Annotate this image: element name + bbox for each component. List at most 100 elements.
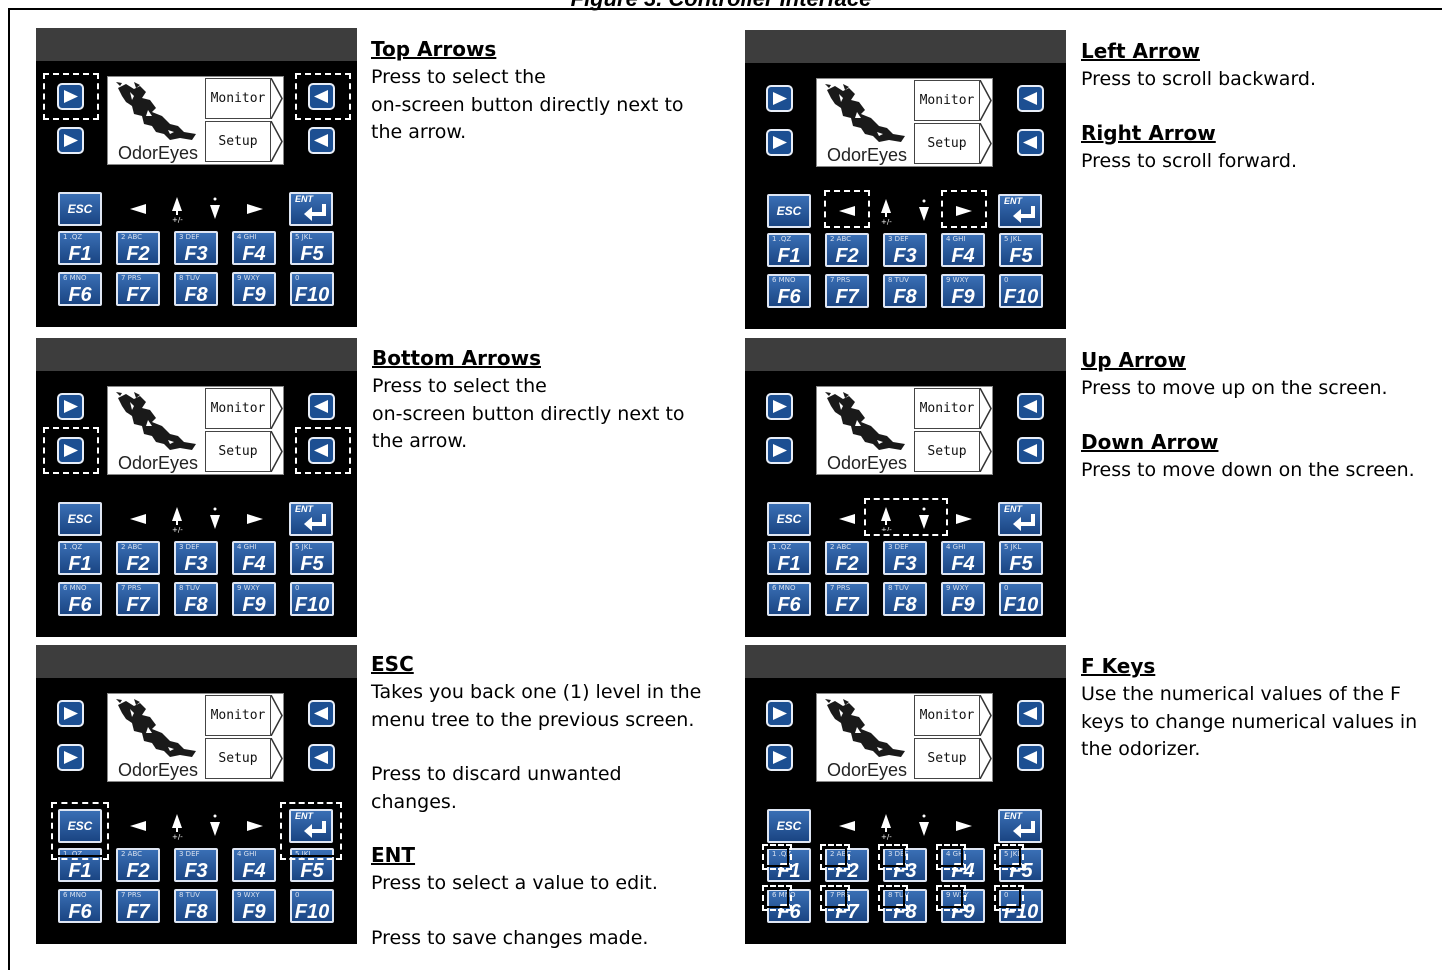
- f6-key[interactable]: 6 MNO F6: [58, 582, 102, 616]
- f4-key[interactable]: 4 GHI F4: [232, 848, 276, 882]
- f2-key[interactable]: 2 ABC F2: [825, 233, 869, 267]
- left-arrow-key[interactable]: [127, 505, 149, 533]
- f6-key[interactable]: 6 MNO F6: [767, 274, 811, 308]
- f4-key[interactable]: 4 GHI F4: [941, 541, 985, 575]
- f9-key[interactable]: 9 WXY F9: [232, 582, 276, 616]
- f3-key[interactable]: 3 DEF F3: [883, 233, 927, 267]
- monitor-screen-button[interactable]: Monitor: [205, 388, 271, 429]
- f4-key[interactable]: 4 GHI F4: [232, 231, 276, 265]
- f5-key[interactable]: 5 JKL F5: [290, 541, 334, 575]
- bottom-left-arrow-button[interactable]: [57, 127, 84, 154]
- f7-key[interactable]: 7 PRS F7: [825, 274, 869, 308]
- monitor-screen-button[interactable]: Monitor: [914, 695, 980, 736]
- right-arrow-key[interactable]: [953, 812, 975, 840]
- ent-key[interactable]: ENT: [998, 809, 1042, 843]
- top-right-arrow-button[interactable]: [1017, 85, 1044, 112]
- ent-key[interactable]: ENT: [998, 194, 1042, 228]
- f2-key[interactable]: 2 ABC F2: [825, 541, 869, 575]
- bottom-right-arrow-button[interactable]: [308, 744, 335, 771]
- ent-key[interactable]: ENT: [998, 502, 1042, 536]
- top-right-arrow-button[interactable]: [308, 700, 335, 727]
- top-left-arrow-button[interactable]: [766, 393, 793, 420]
- bottom-right-arrow-button[interactable]: [1017, 744, 1044, 771]
- right-arrow-key[interactable]: [244, 195, 266, 223]
- f10-key[interactable]: 0 F10: [290, 889, 334, 923]
- f5-key[interactable]: 5 JKL F5: [999, 541, 1043, 575]
- f10-key[interactable]: 0 F10: [999, 582, 1043, 616]
- f3-key[interactable]: 3 DEF F3: [174, 848, 218, 882]
- top-right-arrow-button[interactable]: [308, 393, 335, 420]
- f5-key[interactable]: 5 JKL F5: [290, 231, 334, 265]
- f7-key[interactable]: 7 PRS F7: [116, 272, 160, 306]
- up-arrow-key[interactable]: +/-: [875, 812, 897, 841]
- bottom-left-arrow-button[interactable]: [57, 744, 84, 771]
- setup-screen-button[interactable]: Setup: [914, 431, 980, 472]
- monitor-screen-button[interactable]: Monitor: [205, 695, 271, 736]
- esc-key[interactable]: ESC: [767, 502, 811, 536]
- f7-key[interactable]: 7 PRS F7: [825, 582, 869, 616]
- setup-screen-button[interactable]: Setup: [205, 431, 271, 472]
- up-arrow-key[interactable]: +/-: [166, 195, 188, 224]
- top-left-arrow-button[interactable]: [766, 85, 793, 112]
- bottom-left-arrow-button[interactable]: [766, 437, 793, 464]
- f8-key[interactable]: 8 TUV F8: [174, 272, 218, 306]
- f6-key[interactable]: 6 MNO F6: [767, 582, 811, 616]
- f9-key[interactable]: 9 WXY F9: [232, 272, 276, 306]
- right-arrow-key[interactable]: [244, 812, 266, 840]
- f3-key[interactable]: 3 DEF F3: [883, 541, 927, 575]
- f10-key[interactable]: 0 F10: [999, 274, 1043, 308]
- up-arrow-key[interactable]: +/-: [875, 197, 897, 226]
- setup-screen-button[interactable]: Setup: [914, 123, 980, 164]
- up-arrow-key[interactable]: +/-: [166, 505, 188, 534]
- setup-screen-button[interactable]: Setup: [205, 738, 271, 779]
- bottom-left-arrow-button[interactable]: [766, 744, 793, 771]
- f3-key[interactable]: 3 DEF F3: [174, 541, 218, 575]
- left-arrow-key[interactable]: [836, 812, 858, 840]
- f2-key[interactable]: 2 ABC F2: [116, 848, 160, 882]
- setup-screen-button[interactable]: Setup: [914, 738, 980, 779]
- f1-key[interactable]: 1 .QZ F1: [767, 233, 811, 267]
- setup-screen-button[interactable]: Setup: [205, 121, 271, 162]
- f4-key[interactable]: 4 GHI F4: [232, 541, 276, 575]
- down-arrow-key[interactable]: [913, 197, 935, 225]
- top-left-arrow-button[interactable]: [57, 700, 84, 727]
- down-arrow-key[interactable]: [913, 812, 935, 840]
- left-arrow-key[interactable]: [127, 812, 149, 840]
- f2-key[interactable]: 2 ABC F2: [116, 541, 160, 575]
- esc-key[interactable]: ESC: [58, 192, 102, 226]
- f1-key[interactable]: 1 .QZ F1: [58, 231, 102, 265]
- f8-key[interactable]: 8 TUV F8: [883, 274, 927, 308]
- right-arrow-key[interactable]: [953, 505, 975, 533]
- monitor-screen-button[interactable]: Monitor: [205, 78, 271, 119]
- esc-key[interactable]: ESC: [767, 809, 811, 843]
- f8-key[interactable]: 8 TUV F8: [174, 582, 218, 616]
- down-arrow-key[interactable]: [204, 505, 226, 533]
- f4-key[interactable]: 4 GHI F4: [941, 233, 985, 267]
- down-arrow-key[interactable]: [204, 812, 226, 840]
- f1-key[interactable]: 1 .QZ F1: [58, 541, 102, 575]
- f7-key[interactable]: 7 PRS F7: [116, 582, 160, 616]
- down-arrow-key[interactable]: [204, 195, 226, 223]
- bottom-left-arrow-button[interactable]: [766, 129, 793, 156]
- bottom-right-arrow-button[interactable]: [1017, 129, 1044, 156]
- f7-key[interactable]: 7 PRS F7: [116, 889, 160, 923]
- esc-key[interactable]: ESC: [58, 502, 102, 536]
- f5-key[interactable]: 5 JKL F5: [999, 233, 1043, 267]
- f2-key[interactable]: 2 ABC F2: [116, 231, 160, 265]
- f3-key[interactable]: 3 DEF F3: [174, 231, 218, 265]
- top-left-arrow-button[interactable]: [57, 393, 84, 420]
- top-right-arrow-button[interactable]: [1017, 700, 1044, 727]
- f8-key[interactable]: 8 TUV F8: [174, 889, 218, 923]
- top-right-arrow-button[interactable]: [1017, 393, 1044, 420]
- f9-key[interactable]: 9 WXY F9: [232, 889, 276, 923]
- f9-key[interactable]: 9 WXY F9: [941, 274, 985, 308]
- f10-key[interactable]: 0 F10: [290, 582, 334, 616]
- ent-key[interactable]: ENT: [289, 502, 333, 536]
- monitor-screen-button[interactable]: Monitor: [914, 388, 980, 429]
- esc-key[interactable]: ESC: [767, 194, 811, 228]
- f10-key[interactable]: 0 F10: [290, 272, 334, 306]
- top-left-arrow-button[interactable]: [766, 700, 793, 727]
- f9-key[interactable]: 9 WXY F9: [941, 582, 985, 616]
- f6-key[interactable]: 6 MNO F6: [58, 889, 102, 923]
- f6-key[interactable]: 6 MNO F6: [58, 272, 102, 306]
